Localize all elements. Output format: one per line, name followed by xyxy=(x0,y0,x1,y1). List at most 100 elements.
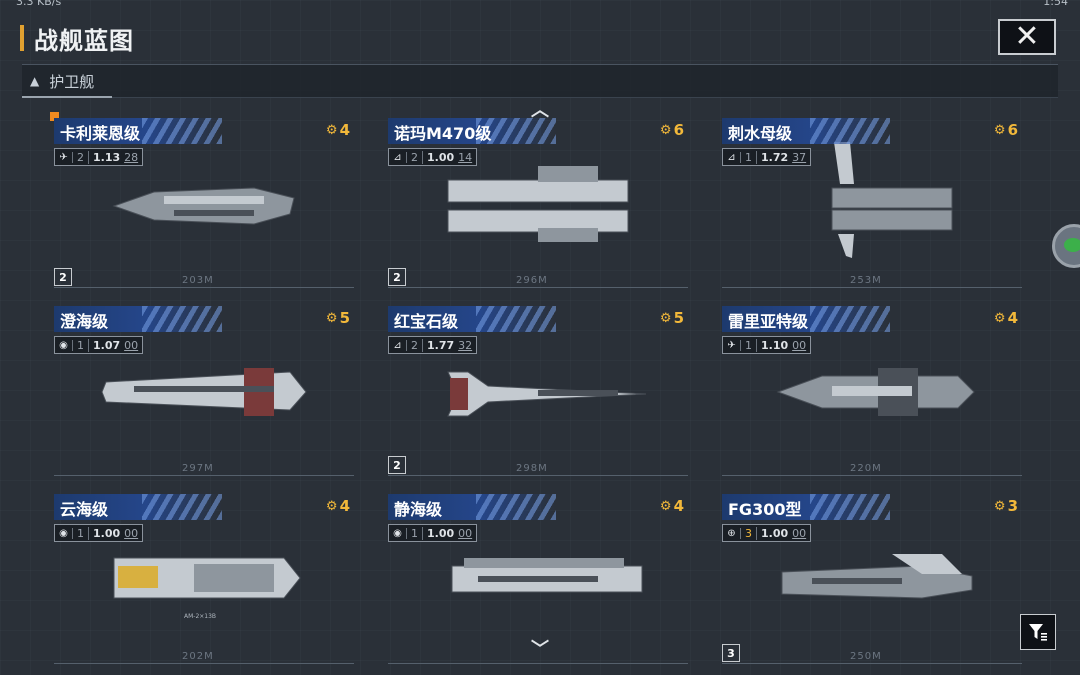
ship-length: 203M xyxy=(182,275,214,286)
ship-value: 1.72 xyxy=(761,150,789,164)
cannon-icon: ◉ xyxy=(55,339,73,351)
ship-value: 1.07 xyxy=(93,338,121,352)
ship-subvalue: 00 xyxy=(124,526,139,540)
ship-name: 静海级 xyxy=(394,500,443,519)
ship-level: 2 xyxy=(407,150,423,164)
section-header-frigate[interactable]: ▲ 护卫舰 xyxy=(22,64,1058,98)
ship-card[interactable]: 卡利莱恩级 ⚙ 4 ✈ 2 1.13 28 2 203M xyxy=(54,118,360,288)
ship-name: 澄海级 xyxy=(60,312,109,331)
ship-card[interactable]: 红宝石级 ⚙ 5 ⊿ 2 1.77 32 2 298M xyxy=(388,306,694,476)
coin-icon: ⚙ xyxy=(993,122,1006,138)
ship-subvalue: 32 xyxy=(458,338,473,352)
svg-text:AM-2×13B: AM-2×13B xyxy=(184,613,216,620)
ship-name: 雷里亚特级 xyxy=(728,312,809,331)
cost-value: 6 xyxy=(1007,121,1018,139)
cost-value: 4 xyxy=(339,497,350,515)
ship-stats: ◉ 1 1.00 00 xyxy=(388,524,478,542)
coin-icon: ⚙ xyxy=(993,310,1006,326)
globe-icon: ⊕ xyxy=(723,527,741,539)
cost-value: 5 xyxy=(673,309,684,327)
ship-level: 1 xyxy=(73,526,89,540)
card-baseline xyxy=(388,663,688,664)
ship-card[interactable]: 诺玛M470级 ⚙ 6 ⊿ 2 1.00 14 2 296M xyxy=(388,118,694,288)
filter-button[interactable] xyxy=(1020,614,1056,650)
card-baseline xyxy=(722,663,1022,664)
close-button[interactable]: ✕ xyxy=(998,19,1056,55)
ship-length: 250M xyxy=(850,651,882,662)
ship-stats: ✈ 2 1.13 28 xyxy=(54,148,144,166)
ship-value: 1.00 xyxy=(93,526,121,540)
ship-level: 1 xyxy=(73,338,89,352)
ship-cost: ⚙ 5 xyxy=(660,309,684,327)
ship-card[interactable]: 澄海级 ⚙ 5 ◉ 1 1.07 00 297M xyxy=(54,306,360,476)
status-bar: 3.3 KB/s 1:54 xyxy=(0,0,1080,10)
ship-subvalue: 00 xyxy=(124,338,139,352)
cost-value: 3 xyxy=(1007,497,1018,515)
coin-icon: ⚙ xyxy=(325,122,338,138)
cannon-icon: ◉ xyxy=(55,527,73,539)
coin-icon: ⚙ xyxy=(325,498,338,514)
page-title: 战舰蓝图 xyxy=(34,26,134,55)
ship-name: 卡利莱恩级 xyxy=(60,124,141,143)
ship-subvalue: 14 xyxy=(458,150,473,164)
ship-length: 297M xyxy=(182,463,214,474)
card-baseline xyxy=(54,475,354,476)
ship-cost: ⚙ 6 xyxy=(660,121,684,139)
ship-subvalue: 28 xyxy=(124,150,139,164)
ship-value: 1.00 xyxy=(761,526,789,540)
ship-card[interactable]: 雷里亚特级 ⚙ 4 ✈ 1 1.10 00 220M xyxy=(722,306,1028,476)
ship-card[interactable]: 刺水母级 ⚙ 6 ⊿ 1 1.72 37 253M xyxy=(722,118,1028,288)
ship-subvalue: 00 xyxy=(458,526,473,540)
ship-name: FG300型 xyxy=(728,500,802,519)
ship-cost: ⚙ 6 xyxy=(994,121,1018,139)
cost-value: 4 xyxy=(339,121,350,139)
ship-stats: ⊿ 2 1.77 32 xyxy=(388,336,478,354)
ship-level: 2 xyxy=(73,150,89,164)
ship-stats: ⊿ 1 1.72 37 xyxy=(722,148,812,166)
ship-value: 1.00 xyxy=(427,150,455,164)
ship-length: 220M xyxy=(850,463,882,474)
clock: 1:54 xyxy=(1043,0,1068,8)
scroll-down-icon[interactable]: ﹀ xyxy=(531,635,549,661)
ship-subvalue: 00 xyxy=(792,338,807,352)
ship-name: 刺水母级 xyxy=(728,124,793,143)
frigate-icon: ⊿ xyxy=(389,339,407,351)
cannon-icon: ◉ xyxy=(389,527,407,539)
ship-value: 1.00 xyxy=(427,526,455,540)
frigate-icon: ⊿ xyxy=(389,151,407,163)
card-baseline xyxy=(722,287,1022,288)
card-baseline xyxy=(54,663,354,664)
frigate-icon: ⊿ xyxy=(723,151,741,163)
collapse-icon: ▲ xyxy=(30,74,40,88)
ship-stats: ◉ 1 1.07 00 xyxy=(54,336,144,354)
ship-length: 202M xyxy=(182,651,214,662)
card-baseline xyxy=(54,287,354,288)
ship-length: 296M xyxy=(516,275,548,286)
ship-level: 3 xyxy=(741,526,757,540)
ship-name: 诺玛M470级 xyxy=(394,124,492,143)
ship-card[interactable]: AM-2×13B 云海级 ⚙ 4 ◉ 1 1.00 00 202M xyxy=(54,494,360,664)
cost-value: 6 xyxy=(673,121,684,139)
ship-cost: ⚙ 4 xyxy=(326,121,350,139)
page-header: 战舰蓝图 xyxy=(20,18,134,58)
ship-value: 1.10 xyxy=(761,338,789,352)
ship-level: 2 xyxy=(407,338,423,352)
card-baseline xyxy=(388,287,688,288)
ship-stats: ⊿ 2 1.00 14 xyxy=(388,148,478,166)
ship-subvalue: 37 xyxy=(792,150,807,164)
ship-stats: ✈ 1 1.10 00 xyxy=(722,336,812,354)
ship-level: 1 xyxy=(741,338,757,352)
ship-length: 298M xyxy=(516,463,548,474)
coin-icon: ⚙ xyxy=(325,310,338,326)
ship-name: 红宝石级 xyxy=(394,312,459,331)
ship-cost: ⚙ 4 xyxy=(326,497,350,515)
ship-cost: ⚙ 4 xyxy=(994,309,1018,327)
network-speed: 3.3 KB/s xyxy=(16,0,62,8)
ship-stats: ◉ 1 1.00 00 xyxy=(54,524,144,542)
fighter-icon: ✈ xyxy=(55,151,73,163)
ship-card[interactable]: FG300型 ⚙ 3 ⊕ 3 1.00 00 3 250M xyxy=(722,494,1028,664)
blueprint-count-badge: 3 xyxy=(722,644,740,662)
cost-value: 4 xyxy=(673,497,684,515)
ship-level: 1 xyxy=(407,526,423,540)
ship-cost: ⚙ 4 xyxy=(660,497,684,515)
